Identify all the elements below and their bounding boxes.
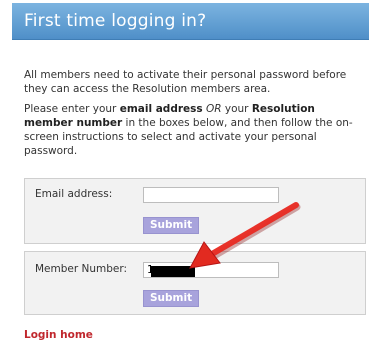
intro-paragraph-2: Please enter your email address OR your … bbox=[24, 102, 366, 158]
page: First time logging in? All members need … bbox=[0, 0, 372, 342]
member-number-submit-button[interactable]: Submit bbox=[143, 290, 200, 307]
intro-text: All members need to activate their perso… bbox=[24, 68, 366, 164]
redaction-block bbox=[151, 266, 195, 277]
intro-or-emphasis: OR bbox=[205, 103, 222, 115]
intro-text-part: your bbox=[221, 103, 252, 115]
member-number-label: Member Number: bbox=[35, 263, 128, 275]
header-bar: First time logging in? bbox=[12, 3, 369, 40]
email-label: Email address: bbox=[35, 188, 113, 200]
member-number-form: Member Number: Submit bbox=[24, 251, 366, 315]
email-form: Email address: Submit bbox=[24, 178, 366, 244]
intro-paragraph-1: All members need to activate their perso… bbox=[24, 69, 347, 95]
intro-email-emphasis: email address bbox=[119, 103, 203, 115]
intro-text-part: Please enter your bbox=[24, 103, 120, 115]
email-submit-button[interactable]: Submit bbox=[143, 217, 200, 234]
login-home-link[interactable]: Login home bbox=[24, 329, 93, 341]
page-title: First time logging in? bbox=[24, 11, 207, 31]
email-field[interactable] bbox=[143, 187, 279, 203]
